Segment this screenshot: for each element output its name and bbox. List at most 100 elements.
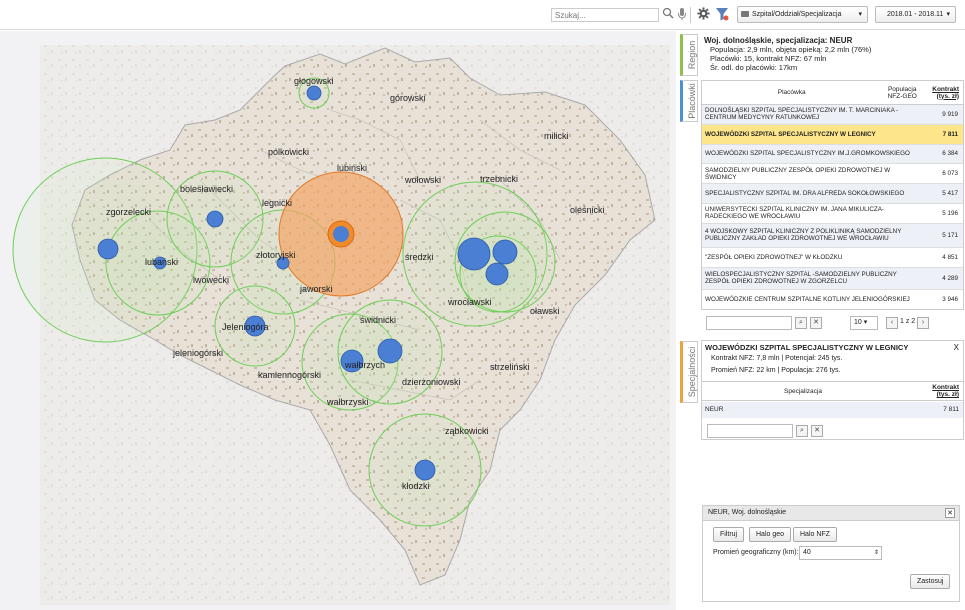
col-header-spec[interactable]: Specjalizacja xyxy=(784,388,822,395)
county-label: lwówecki xyxy=(193,275,229,285)
county-label: trzebnicki xyxy=(480,174,518,184)
spec-filter-input[interactable] xyxy=(707,424,793,438)
tab-specjalnosci[interactable]: Specjalności xyxy=(680,341,698,403)
spinner-icon[interactable]: ⇕ xyxy=(874,547,879,559)
gear-icon[interactable] xyxy=(696,7,710,23)
specialty-panel: WOJEWÓDZKI SZPITAL SPECJALISTYCZNY W LEG… xyxy=(701,340,964,440)
selected-marker-core xyxy=(333,226,349,242)
search-icon[interactable] xyxy=(661,7,675,23)
prev-page-button[interactable]: ‹ xyxy=(886,317,898,329)
row-name: SPECJALISTYCZNY SZPITAL IM. DRA ALFREDA … xyxy=(705,190,905,198)
table-row[interactable]: DOLNOŚLĄSKI SZPITAL SPECJALISTYCZNY IM. … xyxy=(702,105,963,125)
row-name: SAMODZIELNY PUBLICZNY ZESPÓŁ OPIEKI ZDRO… xyxy=(705,166,891,181)
county-label: wrocławski xyxy=(447,297,492,307)
tab-specjalnosci-label: Specjalności xyxy=(687,346,697,398)
row-value: 5 171 xyxy=(942,231,958,239)
row-value: 7 811 xyxy=(943,406,959,413)
county-label: strzeliński xyxy=(490,362,530,372)
table-row[interactable]: WIELOSPECJALISTYCZNY SZPITAL -SAMODZIELN… xyxy=(702,267,963,290)
facilities-table: Placówka Populacja NFZ-GEO Kontrakt (tys… xyxy=(701,80,964,311)
region-facilities: Placówki: 15, kontrakt NFZ: 67 mln xyxy=(710,54,827,63)
search-input[interactable] xyxy=(551,8,659,22)
county-label: wałbrzyski xyxy=(326,397,369,407)
col-header-pop[interactable]: Populacja NFZ-GEO xyxy=(881,86,923,100)
chevron-down-icon: ▾ xyxy=(858,11,862,18)
spec-table-header: Specjalizacja Kontrakt (tys. zł) xyxy=(702,381,963,401)
table-row-selected[interactable]: WOJEWÓDZKI SZPITAL SPECJALISTYCZNY W LEG… xyxy=(702,124,963,145)
county-label: złotoryjski xyxy=(256,250,296,260)
row-value: 4 851 xyxy=(942,253,958,261)
clear-icon[interactable]: ✕ xyxy=(811,425,823,437)
row-name: "ZESPÓŁ OPIEKI ZDROWOTNEJ" W KŁODZKU xyxy=(705,253,843,261)
region-title: Woj. dolnośląskie, specjalizacja: NEUR xyxy=(704,36,853,45)
halo-nfz-button[interactable]: Halo NFZ xyxy=(793,527,837,542)
county-label: jaworski xyxy=(299,284,333,294)
page-size-select[interactable]: 10 ▾ xyxy=(850,316,878,330)
table-filter-input[interactable] xyxy=(706,316,792,330)
table-row[interactable]: "ZESPÓŁ OPIEKI ZDROWOTNEJ" W KŁODZKU 4 85… xyxy=(702,247,963,268)
county-label: milicki xyxy=(544,131,569,141)
region-population: Populacja: 2,9 mln, objęta opieką: 2,2 m… xyxy=(710,45,872,54)
clear-icon[interactable]: ✕ xyxy=(810,317,822,329)
col-header-contract[interactable]: Kontrakt (tys. zł) xyxy=(923,86,963,100)
county-label: bolesławiecki xyxy=(180,184,233,194)
county-label: świdnicki xyxy=(360,315,396,325)
table-row[interactable]: SAMODZIELNY PUBLICZNY ZESPÓŁ OPIEKI ZDRO… xyxy=(702,164,963,185)
row-name: NEUR xyxy=(705,406,724,413)
page-size-value: 10 xyxy=(854,319,862,326)
county-label: wołowski xyxy=(404,175,441,185)
close-icon[interactable]: ✕ xyxy=(945,508,955,518)
county-label: głogowski xyxy=(294,76,334,86)
tab-placowki[interactable]: Placówki xyxy=(680,80,698,122)
county-label: zgorzelecki xyxy=(106,207,151,217)
radius-input[interactable]: 40 ⇕ xyxy=(799,546,882,560)
map-view[interactable]: głogowski górowski milicki polkowicki lu… xyxy=(0,31,676,610)
top-toolbar: Szpital/Oddział/Specjalizacja ▾ 2018.01 … xyxy=(0,0,965,30)
table-row[interactable]: 4 WOJSKOWY SZPITAL KLINICZNY Z POLIKLINI… xyxy=(702,223,963,248)
table-row[interactable]: UNIWERSYTECKI SZPITAL KLINICZNY IM. JANA… xyxy=(702,203,963,224)
next-page-button[interactable]: › xyxy=(917,317,929,329)
filter-select-value: Szpital/Oddział/Specjalizacja xyxy=(752,11,842,18)
filter-icon[interactable] xyxy=(715,7,729,23)
table-row[interactable]: NEUR 7 811 xyxy=(702,402,963,418)
filter-select[interactable]: Szpital/Oddział/Specjalizacja ▾ xyxy=(737,6,868,23)
chevron-down-icon: ▾ xyxy=(946,11,950,18)
county-label: wałbrzych xyxy=(344,360,385,370)
table-header: Placówka Populacja NFZ-GEO Kontrakt (tys… xyxy=(702,81,963,105)
row-name: UNIWERSYTECKI SZPITAL KLINICZNY IM. JANA… xyxy=(705,206,885,221)
search-icon[interactable]: ⌕ xyxy=(795,317,807,329)
dialog-header: NEUR, Woj. dolnośląskie ✕ xyxy=(703,506,959,521)
filter-button[interactable]: Filtruj xyxy=(713,527,745,542)
halo-dialog: NEUR, Woj. dolnośląskie ✕ Filtruj Halo g… xyxy=(702,505,960,602)
row-name: 4 WOJSKOWY SZPITAL KLINICZNY Z POLIKLINI… xyxy=(705,228,902,243)
county-label: oławski xyxy=(530,306,560,316)
radius-label: Promień geograficzny (km): xyxy=(713,549,799,556)
col-header-name[interactable]: Placówka xyxy=(702,89,881,96)
date-range-value: 2018.01 - 2018.11 xyxy=(887,11,944,18)
row-value: 3 946 xyxy=(942,295,958,303)
region-distance: Śr. odl. do placówki: 17km xyxy=(710,63,798,72)
county-label: górowski xyxy=(390,93,426,103)
county-label: kłodzki xyxy=(402,481,430,491)
row-value: 6 073 xyxy=(942,170,958,178)
county-label: lubiński xyxy=(337,163,367,173)
row-value: 5 417 xyxy=(942,190,958,198)
close-icon[interactable]: X xyxy=(954,343,959,352)
table-row[interactable]: SPECJALISTYCZNY SZPITAL IM. DRA ALFREDA … xyxy=(702,184,963,204)
row-value: 4 289 xyxy=(942,274,958,282)
row-name: DOLNOŚLĄSKI SZPITAL SPECJALISTYCZNY IM. … xyxy=(705,107,899,122)
row-value: 9 919 xyxy=(942,110,958,118)
date-range-select[interactable]: 2018.01 - 2018.11 ▾ xyxy=(875,6,956,23)
county-label: lubański xyxy=(145,257,178,267)
dialog-title: NEUR, Woj. dolnośląskie xyxy=(708,509,787,516)
map-canvas[interactable]: głogowski górowski milicki polkowicki lu… xyxy=(0,31,676,610)
apply-button[interactable]: Zastosuj xyxy=(910,574,951,589)
county-label: dzierżoniowski xyxy=(402,377,461,387)
col-header-contract[interactable]: Kontrakt (tys. zł) xyxy=(919,384,959,398)
table-row[interactable]: WOJEWÓDZKI SZPITAL SPECJALISTYCZNY IM.J.… xyxy=(702,144,963,165)
halo-geo-button[interactable]: Halo geo xyxy=(749,527,792,542)
search-icon[interactable]: ⌕ xyxy=(796,425,808,437)
row-name: WOJEWÓDZKI SZPITAL SPECJALISTYCZNY IM.J.… xyxy=(705,150,910,158)
row-name: WOJEWÓDZKIE CENTRUM SZPITALNE KOTLINY JE… xyxy=(705,295,910,303)
table-row[interactable]: WOJEWÓDZKIE CENTRUM SZPITALNE KOTLINY JE… xyxy=(702,289,963,310)
